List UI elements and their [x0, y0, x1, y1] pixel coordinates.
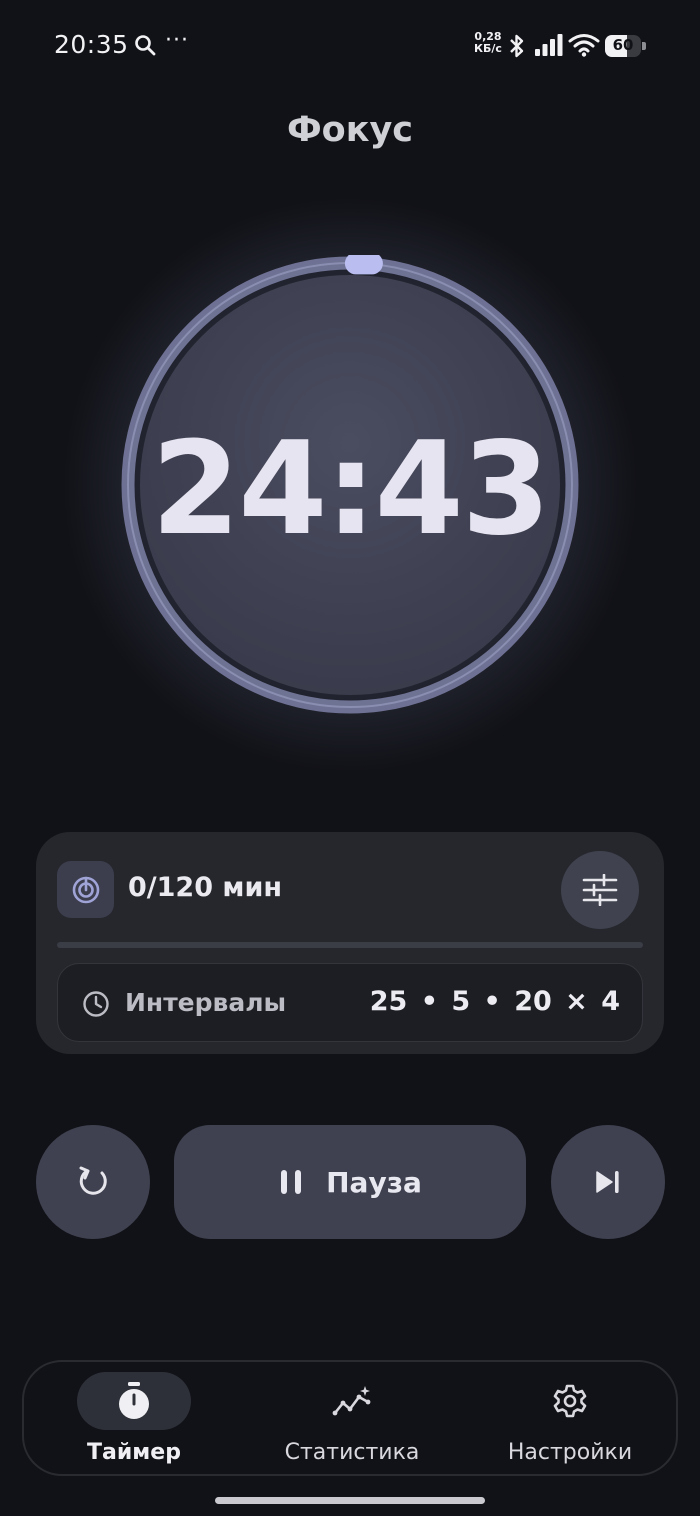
- reset-icon: [79, 1166, 107, 1195]
- intervals-value: 25 • 5 • 20 × 4: [369, 986, 620, 1017]
- net-speed-unit: КБ/с: [474, 42, 502, 55]
- goal-card: 0/120 мин Интервалы 25 • 5 • 20 × 4: [36, 832, 664, 1054]
- battery-icon: 60: [605, 35, 646, 57]
- intervals-label: Интервалы: [125, 988, 287, 1017]
- home-indicator[interactable]: [215, 1497, 485, 1504]
- nav-tab-stats[interactable]: Статистика: [252, 1362, 452, 1478]
- reset-button[interactable]: [36, 1125, 150, 1239]
- status-bar: 20:35 ··· 0,28 КБ/с 60: [0, 0, 700, 92]
- nav-pill-timer: [77, 1372, 191, 1430]
- wifi-icon: [568, 33, 600, 61]
- gear-icon: [553, 1384, 587, 1418]
- bottom-navigation: Таймер Статистика Настройки: [22, 1360, 678, 1476]
- pause-button[interactable]: Пауза: [174, 1125, 526, 1239]
- stats-icon: [332, 1386, 371, 1416]
- search-icon: [134, 34, 156, 60]
- nav-label-settings: Настройки: [507, 1440, 633, 1465]
- pause-icon: [281, 1170, 302, 1194]
- dial-progress-knob: [344, 255, 383, 275]
- nav-label-stats: Статистика: [284, 1440, 420, 1465]
- nav-label-timer: Таймер: [87, 1440, 181, 1465]
- more-notifications-icon: ···: [165, 28, 189, 53]
- goal-progress-bar: [57, 942, 643, 948]
- status-time: 20:35: [54, 30, 129, 59]
- signal-icon: [534, 33, 564, 61]
- target-icon: [57, 861, 114, 918]
- skip-next-button[interactable]: [551, 1125, 665, 1239]
- timer-display: 24:43: [151, 415, 550, 564]
- clock-icon: [83, 991, 109, 1017]
- pause-label: Пауза: [326, 1165, 422, 1199]
- skip-next-icon: [596, 1171, 619, 1193]
- timer-screen: 20:35 ··· 0,28 КБ/с 60 Фокус 24:43 0/120…: [0, 0, 700, 1516]
- adjust-settings-button[interactable]: [561, 851, 639, 929]
- nav-pill-stats: [295, 1372, 409, 1430]
- nav-tab-settings[interactable]: Настройки: [470, 1362, 670, 1478]
- bluetooth-icon: [507, 33, 527, 63]
- battery-level: 60: [612, 36, 634, 54]
- stopwatch-icon: [119, 1382, 149, 1419]
- nav-pill-settings: [513, 1372, 627, 1430]
- intervals-row[interactable]: Интервалы 25 • 5 • 20 × 4: [57, 963, 643, 1042]
- page-title: Фокус: [286, 110, 414, 150]
- nav-tab-timer[interactable]: Таймер: [34, 1362, 234, 1478]
- daily-goal-text: 0/120 мин: [128, 872, 283, 903]
- sliders-icon: [582, 874, 618, 906]
- net-speed: 0,28 КБ/с: [470, 31, 506, 55]
